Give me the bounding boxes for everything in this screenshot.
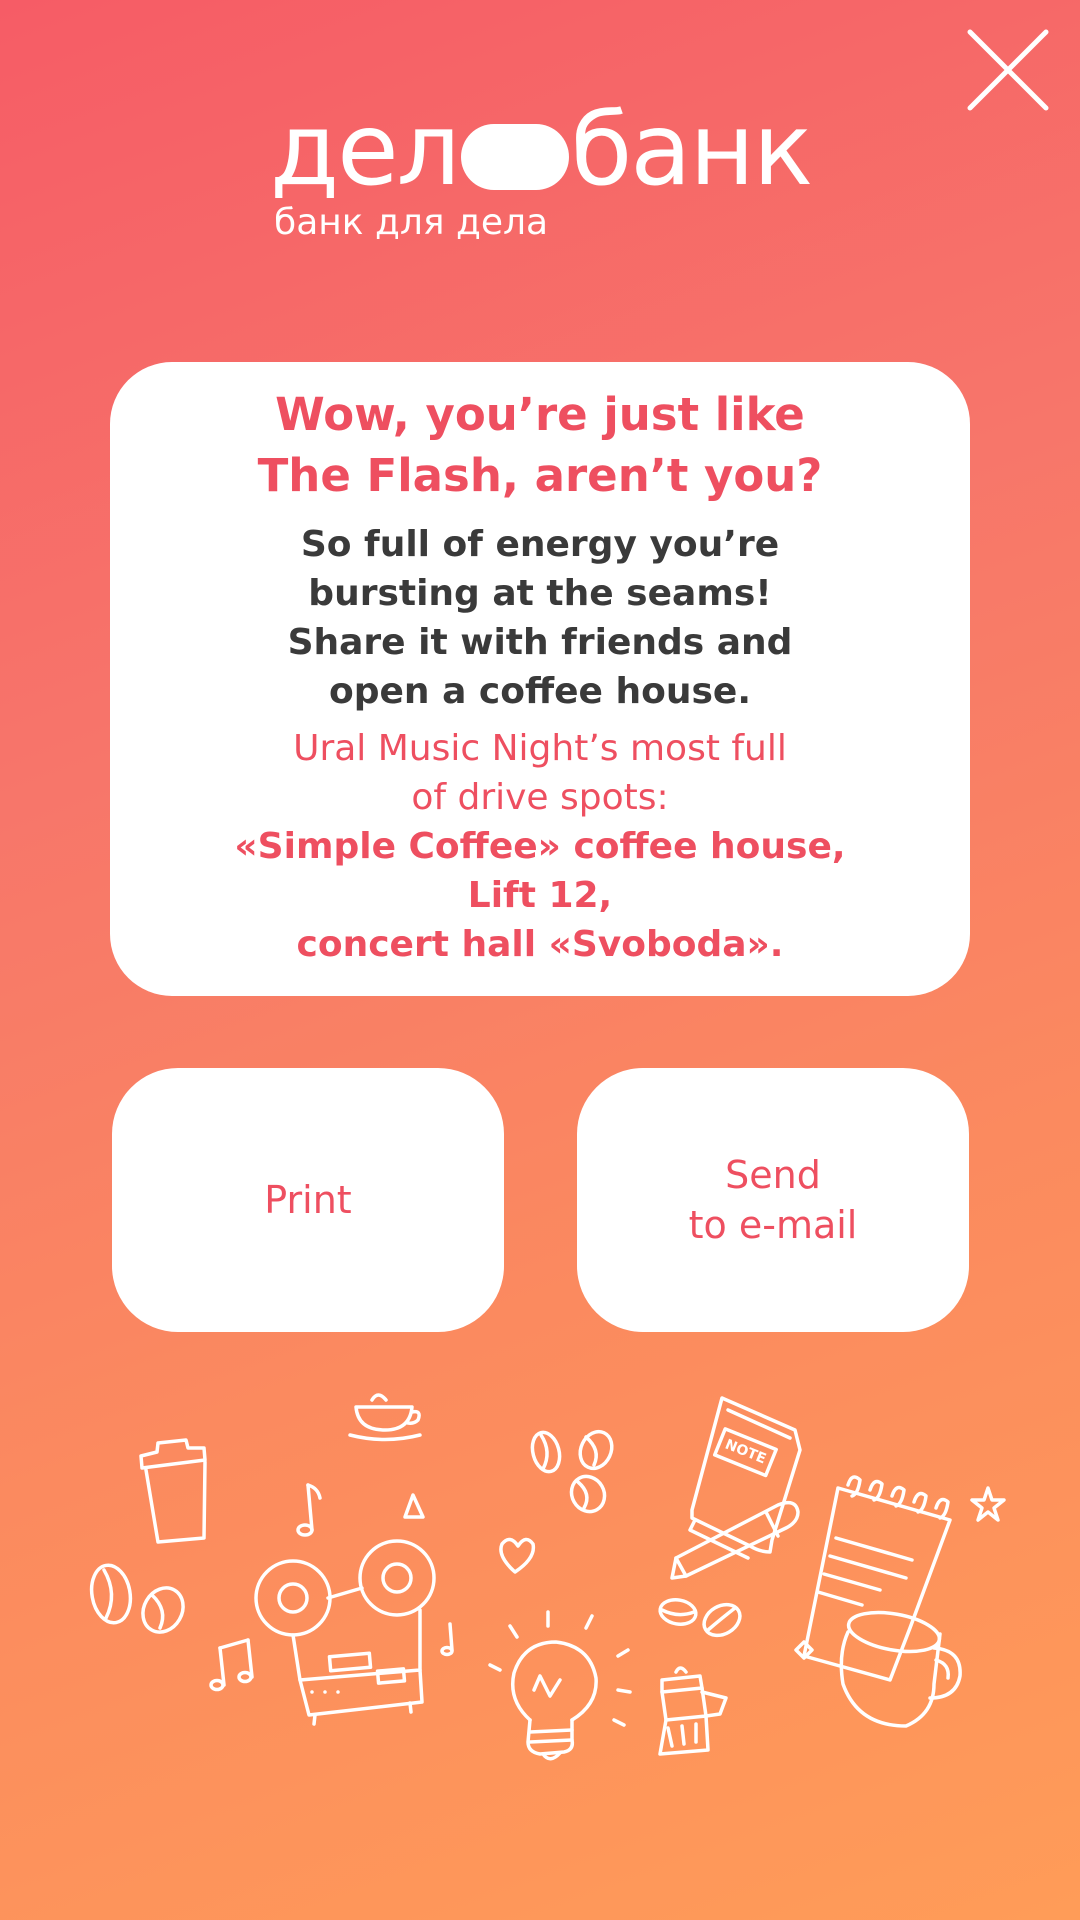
description-line: So full of energy you’re [300,524,780,565]
mug-icon [839,1610,962,1728]
triangle-icon [403,1493,425,1519]
logo-word-right: банк [570,91,814,208]
spot-item: «Simple Coffee» coffee house, [234,826,846,867]
spot-item: concert hall «Svoboda». [296,924,784,965]
light-bulb-icon [488,1610,632,1761]
spot-item: Lift 12, [467,875,613,916]
logo-word-left: дел [270,91,461,208]
notebook-icon [688,1396,802,1560]
close-icon[interactable] [966,28,1050,112]
headline-line: Wow, you’re just like [275,388,805,441]
music-note-icon [440,1622,454,1657]
send-email-button[interactable]: Send to e-mail [577,1068,969,1332]
result-card: Wow, you’re just like The Flash, aren’t … [110,362,970,996]
spots-intro-line: Ural Music Night’s most full [293,728,787,769]
to-go-cup-icon [139,1438,207,1544]
logo-pill-mark [460,124,569,190]
description-line: bursting at the seams! [308,573,772,614]
spots-intro-line: of drive spots: [411,777,669,818]
print-button-label: Print [264,1178,352,1222]
headline-line: The Flash, aren’t you? [257,449,823,502]
coffee-bean-icon [89,1563,185,1634]
send-email-button-label: Send to e-mail [689,1150,858,1250]
brand-logo: дел банк банк для дела [270,91,814,250]
music-note-icon [296,1483,322,1537]
moka-pot-icon [658,1666,728,1756]
spots-list: «Simple Coffee» coffee house, Lift 12, c… [110,822,970,969]
description-line: open a coffee house. [328,671,751,712]
result-headline: Wow, you’re just like The Flash, aren’t … [110,384,970,506]
print-button[interactable]: Print [112,1068,504,1332]
result-description: So full of energy you’re bursting at the… [110,520,970,716]
description-line: Share it with friends and [287,622,793,663]
logo-tagline: банк для дела [274,202,549,243]
coffee-bean-icon [658,1598,742,1638]
spots-intro: Ural Music Night’s most full of drive sp… [110,724,970,822]
heart-icon [499,1537,536,1574]
send-email-label-line: to e-mail [688,1203,858,1247]
star-icon [970,1486,1006,1522]
coffee-bean-icon [530,1429,614,1514]
coffee-music-illustration: NOTE [0,1380,1080,1800]
close-button[interactable] [966,28,1050,112]
coffee-cup-icon [348,1393,422,1442]
tape-recorder-icon [254,1539,436,1726]
send-email-label-line: Send [725,1153,821,1197]
logo-wordmark: дел банк [270,91,814,208]
music-note-icon [209,1638,254,1692]
